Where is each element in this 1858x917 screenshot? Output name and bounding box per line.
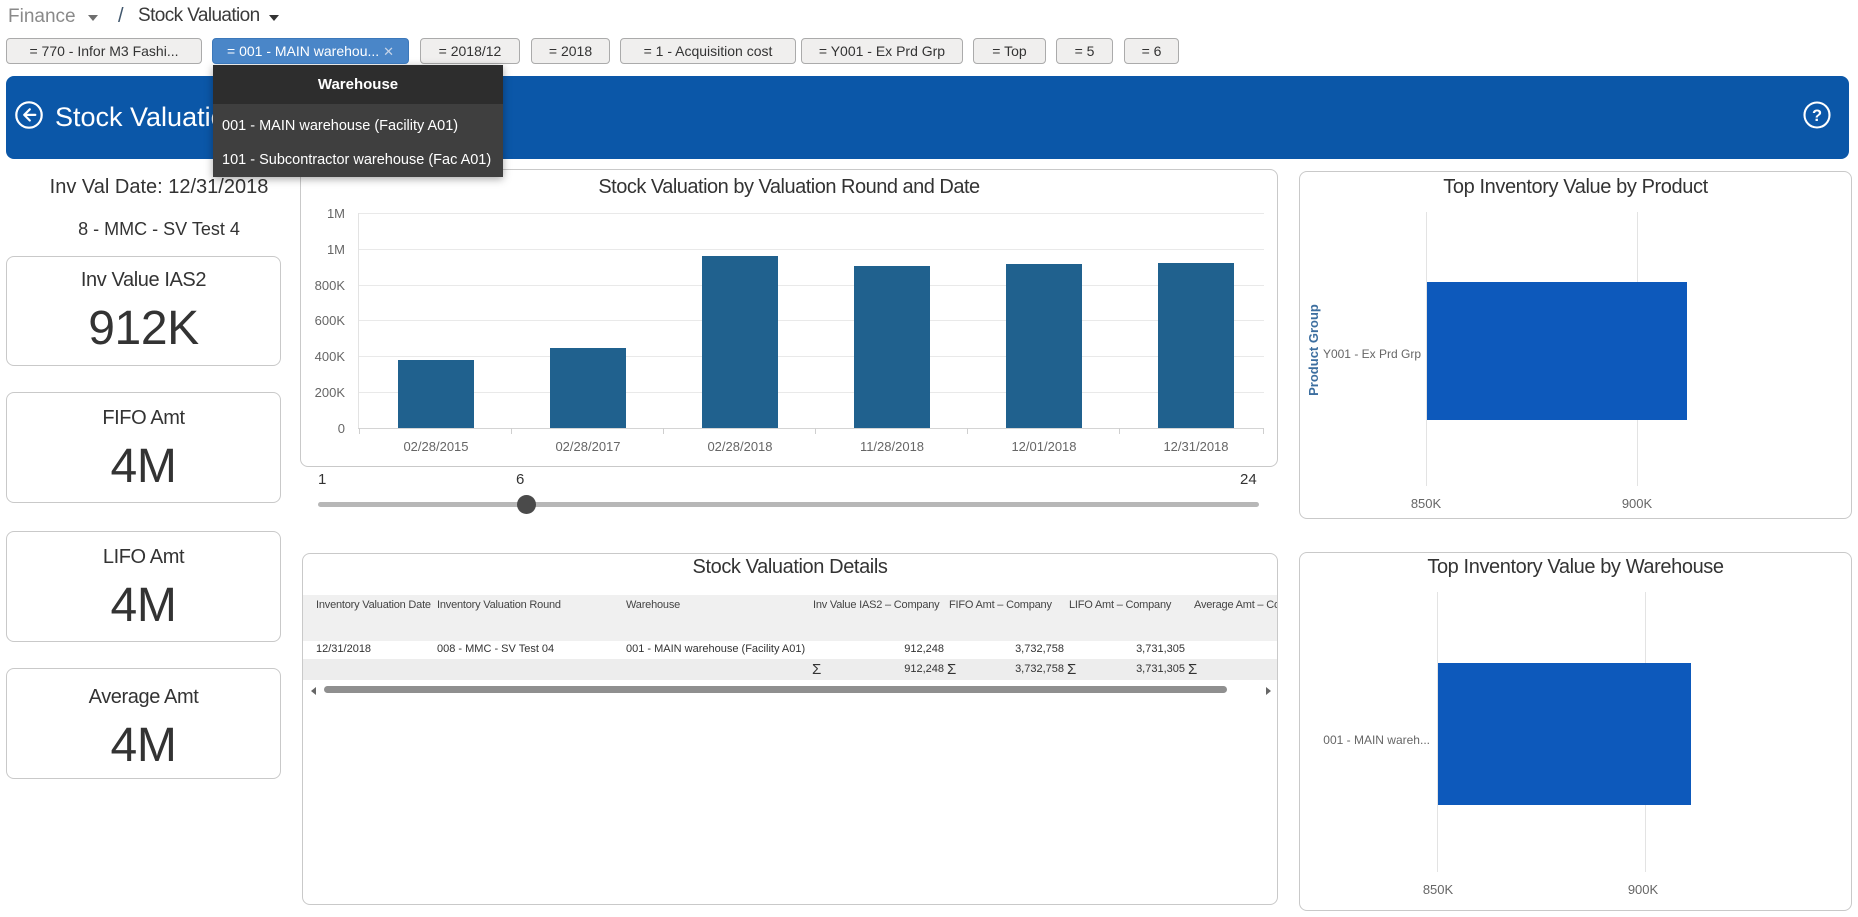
svg-text:?: ? [1812, 107, 1822, 125]
